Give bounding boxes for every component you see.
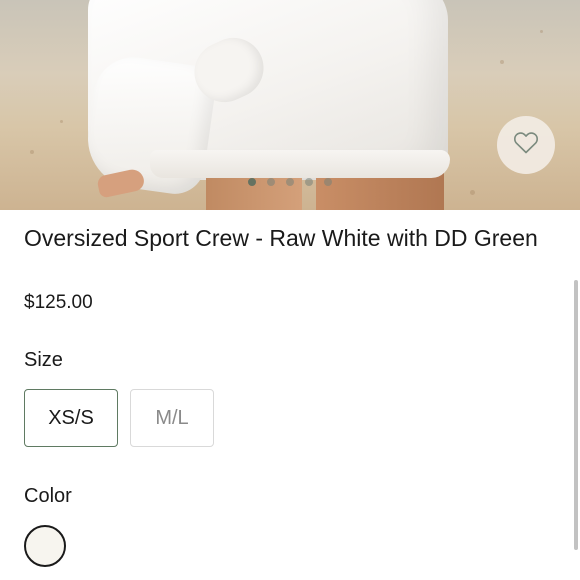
color-label: Color (24, 485, 72, 507)
sand-texture (540, 30, 543, 33)
sand-texture (500, 60, 504, 64)
product-image[interactable] (0, 0, 580, 210)
heart-outline-icon (513, 131, 539, 160)
sand-texture (470, 190, 475, 195)
carousel-dot[interactable] (324, 178, 332, 186)
sand-texture (60, 120, 63, 123)
carousel-dot[interactable] (286, 178, 294, 186)
size-options: XS/S M/L (24, 389, 214, 447)
image-carousel-dots (0, 178, 580, 188)
wishlist-button[interactable] (497, 116, 555, 174)
product-page: Oversized Sport Crew - Raw White with DD… (0, 0, 580, 580)
size-option-m-l[interactable]: M/L (130, 389, 214, 447)
sand-texture (30, 150, 34, 154)
color-swatch-raw-white[interactable] (24, 525, 66, 567)
sweatshirt-hem (150, 150, 450, 178)
product-price: $125.00 (24, 292, 93, 313)
carousel-dot[interactable] (267, 178, 275, 186)
carousel-dot[interactable] (305, 178, 313, 186)
scrollbar-thumb[interactable] (574, 280, 578, 550)
size-label: Size (24, 349, 63, 371)
product-title: Oversized Sport Crew - Raw White with DD… (24, 225, 538, 251)
size-option-xs-s[interactable]: XS/S (24, 389, 118, 447)
carousel-dot[interactable] (248, 178, 256, 186)
